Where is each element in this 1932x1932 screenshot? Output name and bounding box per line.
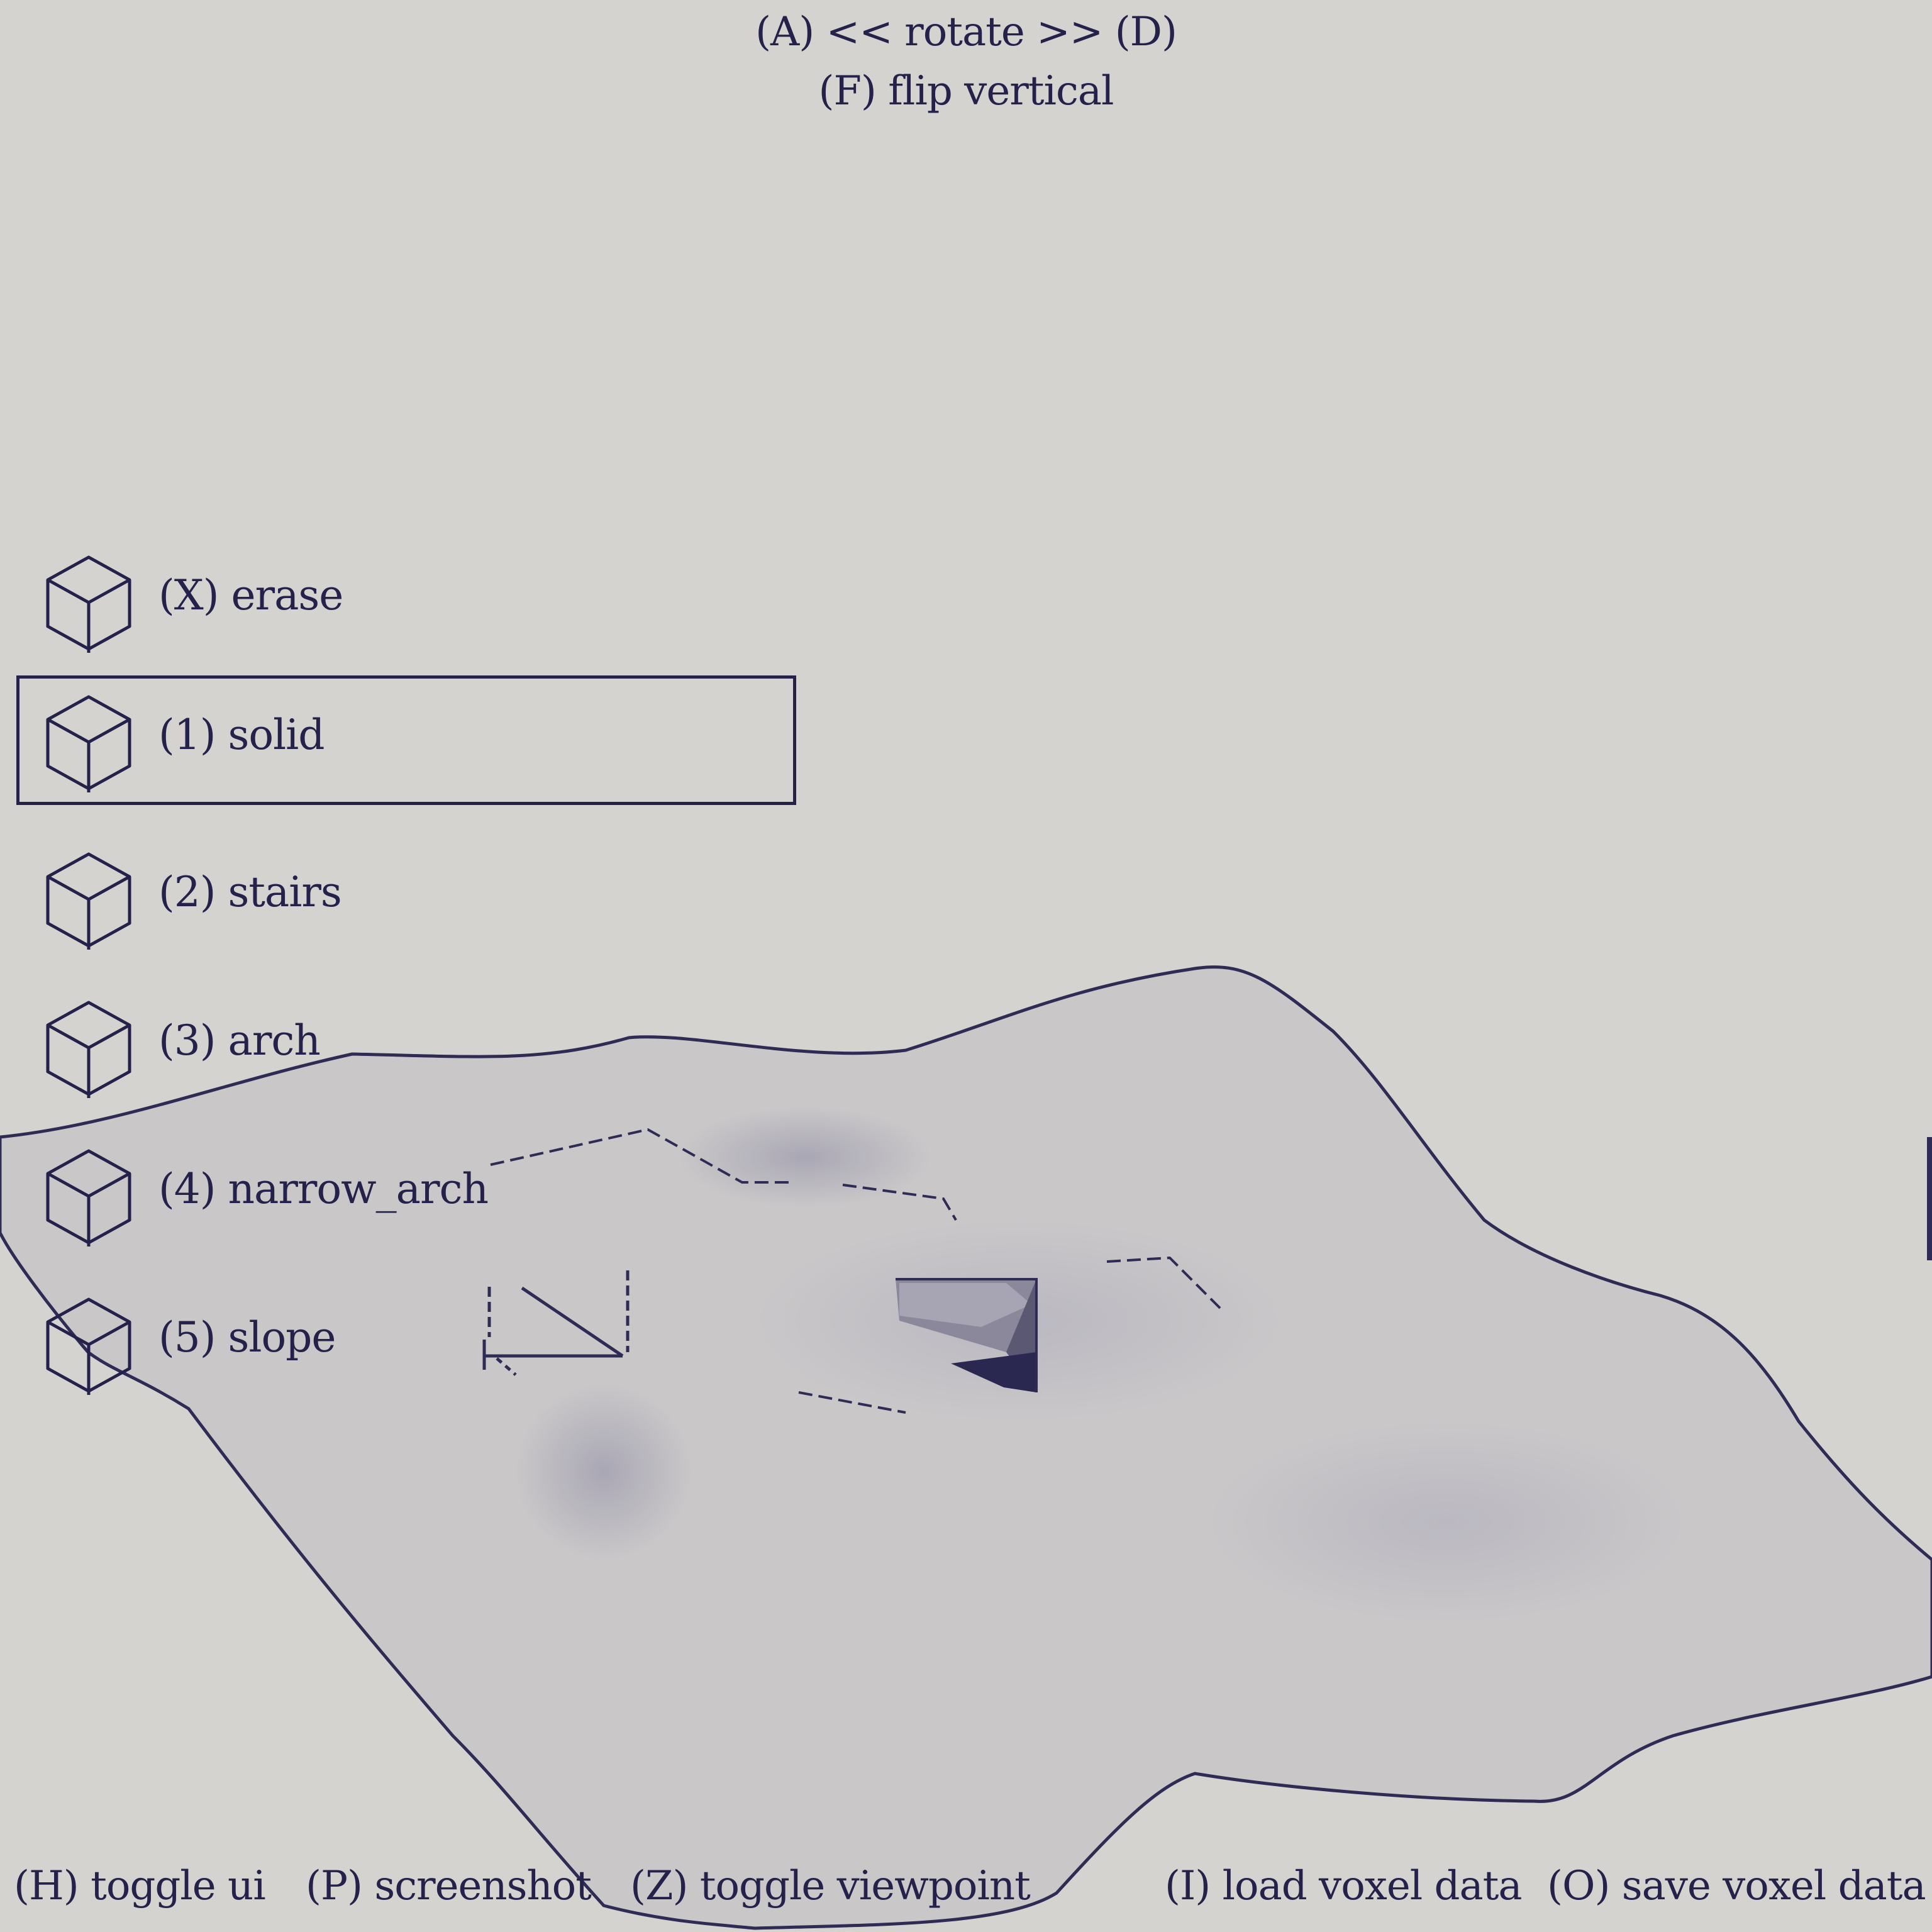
- tool-label: (4) narrow_arch: [158, 1165, 489, 1213]
- cube-icon: [46, 852, 131, 950]
- edge-marker: [1927, 1137, 1932, 1260]
- load-voxel-data-hint[interactable]: (I) load voxel data: [1165, 1863, 1522, 1909]
- tool-label: (1) solid: [158, 711, 325, 759]
- voxel-viewport[interactable]: [0, 0, 1932, 1932]
- cube-icon: [46, 555, 131, 653]
- tool-label: (2) stairs: [158, 868, 342, 916]
- tool-label: (3) arch: [158, 1016, 321, 1065]
- tool-slope[interactable]: (5) slope: [16, 1278, 796, 1407]
- tool-label: (X) erase: [158, 571, 343, 619]
- terrain-surface[interactable]: [0, 965, 1932, 1930]
- tool-arch[interactable]: (3) arch: [16, 981, 796, 1111]
- flip-vertical-hint: (F) flip vertical: [818, 68, 1114, 114]
- save-voxel-data-hint[interactable]: (O) save voxel data: [1547, 1863, 1926, 1909]
- cube-icon: [46, 1001, 131, 1098]
- tool-solid[interactable]: (1) solid: [16, 675, 796, 805]
- tool-erase[interactable]: (X) erase: [16, 536, 796, 665]
- screenshot-hint[interactable]: (P) screenshot: [306, 1863, 592, 1909]
- voxel-editor: (A) << rotate >> (D) (F) flip vertical (…: [0, 0, 1932, 1932]
- tool-narrow-arch[interactable]: (4) narrow_arch: [16, 1130, 796, 1259]
- cube-icon: [46, 695, 131, 792]
- toggle-ui-hint[interactable]: (H) toggle ui: [14, 1863, 266, 1909]
- cube-icon: [46, 1149, 131, 1246]
- cube-icon: [46, 1297, 131, 1395]
- tool-label: (5) slope: [158, 1313, 336, 1362]
- toggle-viewpoint-hint[interactable]: (Z) toggle viewpoint: [630, 1863, 1031, 1909]
- rotate-hint: (A) << rotate >> (D): [755, 9, 1177, 55]
- tool-stairs[interactable]: (2) stairs: [16, 833, 796, 962]
